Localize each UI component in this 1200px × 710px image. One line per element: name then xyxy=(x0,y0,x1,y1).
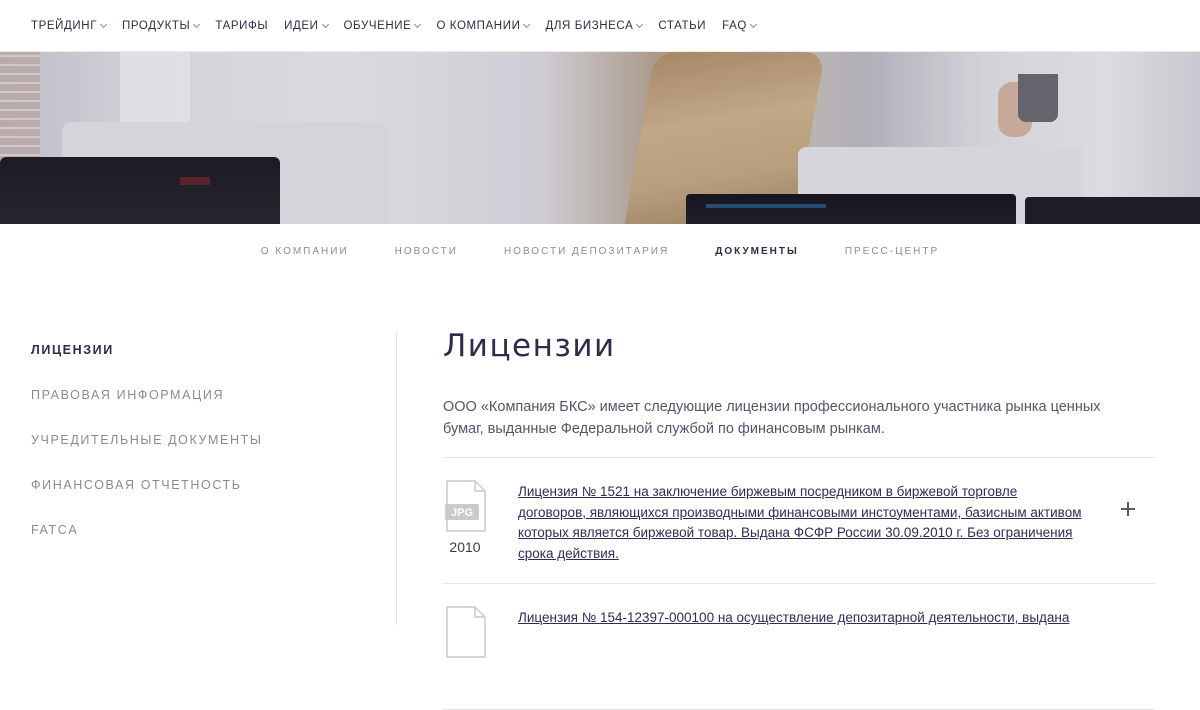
nav-item-tariffs[interactable]: Тарифы xyxy=(215,20,268,32)
vertical-divider xyxy=(396,332,397,625)
chevron-down-icon xyxy=(193,20,201,28)
jpg-file-icon[interactable]: JPG xyxy=(445,480,487,532)
subnav-item-documents[interactable]: Документы xyxy=(715,246,799,257)
nav-item-education[interactable]: Обучение xyxy=(343,19,422,32)
nav-item-business[interactable]: Для бизнеса xyxy=(545,19,644,32)
documents-sidebar: Лицензии Правовая информация Учредительн… xyxy=(31,340,371,565)
subnav-item-news[interactable]: Новости xyxy=(395,246,458,257)
plus-icon[interactable] xyxy=(1121,502,1135,516)
subnav-item-about[interactable]: О компании xyxy=(261,246,349,257)
nav-item-label: Трейдинг xyxy=(31,19,98,32)
chevron-down-icon xyxy=(523,20,531,28)
nav-item-products[interactable]: Продукты xyxy=(122,19,201,32)
chevron-down-icon xyxy=(749,20,757,28)
svg-text:JPG: JPG xyxy=(451,507,473,519)
nav-item-ideas[interactable]: Идеи xyxy=(284,19,329,32)
nav-item-label: FAQ xyxy=(722,19,747,32)
file-icon[interactable] xyxy=(445,606,487,658)
subnav-item-depository-news[interactable]: Новости депозитария xyxy=(504,246,669,257)
chevron-down-icon xyxy=(99,20,108,28)
chevron-down-icon xyxy=(321,20,329,28)
nav-item-label: Тарифы xyxy=(215,19,269,32)
nav-item-label: Статьи xyxy=(658,19,707,32)
sidebar-item-founding-documents[interactable]: Учредительные документы xyxy=(31,430,371,475)
page-title: Лицензии xyxy=(443,328,616,364)
chevron-down-icon xyxy=(636,20,644,28)
nav-item-label: Продукты xyxy=(122,19,191,32)
nav-item-faq[interactable]: FAQ xyxy=(722,19,757,32)
nav-item-articles[interactable]: Статьи xyxy=(658,20,706,32)
sidebar-item-fatca[interactable]: FATCA xyxy=(31,520,371,565)
chevron-down-icon xyxy=(414,20,422,28)
document-year: 2010 xyxy=(449,539,481,555)
nav-item-about[interactable]: О компании xyxy=(436,19,531,32)
sidebar-item-financial-reports[interactable]: Финансовая отчетность xyxy=(31,475,371,520)
nav-item-label: Идеи xyxy=(284,19,319,32)
list-item: JPG 2010 Лицензия № 1521 на заключение б… xyxy=(443,458,1155,584)
section-subnav: О компании Новости Новости депозитария Д… xyxy=(0,224,1200,278)
document-list: JPG 2010 Лицензия № 1521 на заключение б… xyxy=(443,457,1155,710)
document-link[interactable]: Лицензия № 1521 на заключение биржевым п… xyxy=(518,482,1088,564)
subnav-item-press-center[interactable]: Пресс-центр xyxy=(845,246,939,257)
document-link[interactable]: Лицензия № 154-12397-000100 на осуществл… xyxy=(518,608,1088,629)
nav-item-label: О компании xyxy=(436,19,521,32)
nav-item-label: Для бизнеса xyxy=(545,19,634,32)
nav-item-trading[interactable]: Трейдинг xyxy=(31,19,108,32)
sidebar-item-legal-info[interactable]: Правовая информация xyxy=(31,385,371,430)
hero-banner-image xyxy=(0,52,1200,224)
top-navigation: Трейдинг Продукты Тарифы Идеи Обучение О… xyxy=(0,0,1200,52)
nav-item-label: Обучение xyxy=(343,19,412,32)
intro-text: ООО «Компания БКС» имеет следующие лицен… xyxy=(443,399,1101,437)
sidebar-item-licenses[interactable]: Лицензии xyxy=(31,340,371,385)
list-item: Лицензия № 154-12397-000100 на осуществл… xyxy=(443,584,1155,710)
main-content: Лицензии ООО «Компания БКС» имеет следую… xyxy=(443,326,1155,710)
